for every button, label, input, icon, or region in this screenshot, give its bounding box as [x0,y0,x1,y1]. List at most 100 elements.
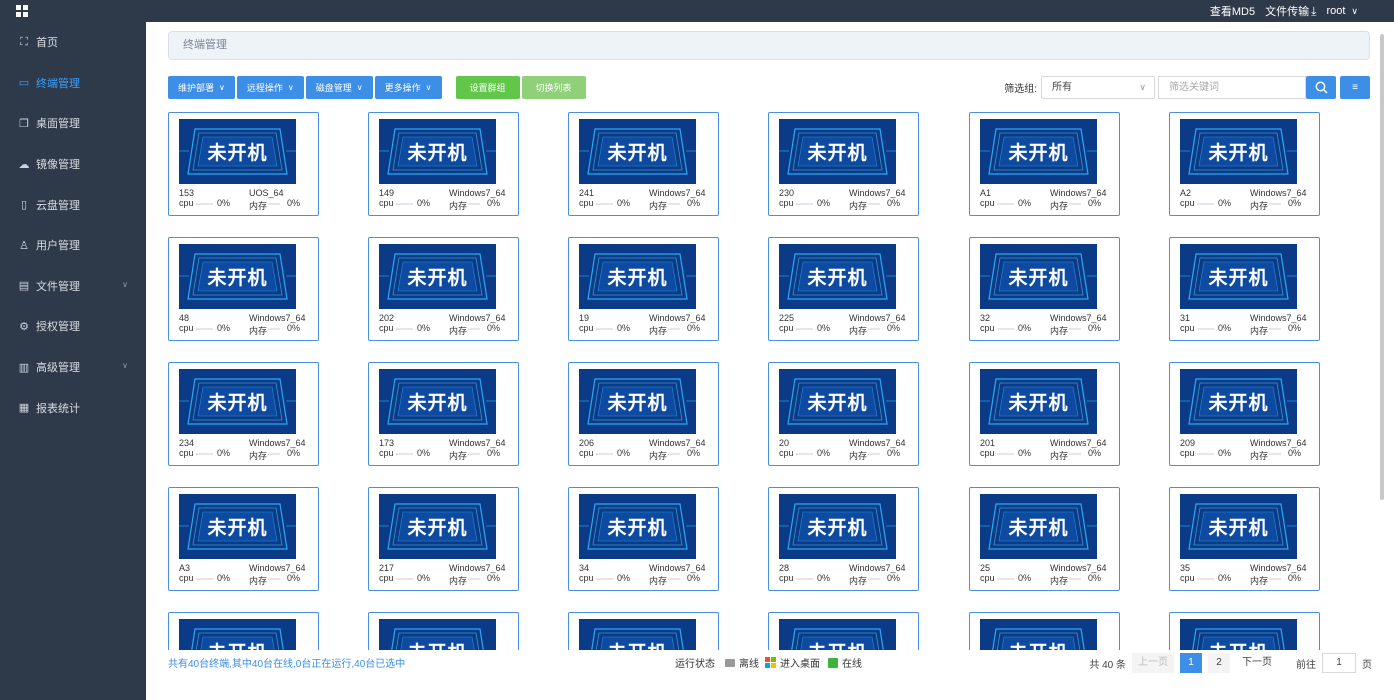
terminal-thumbnail: 未开机 [1180,244,1297,309]
sidebar-item-4[interactable]: ▯ 云盘管理 [0,184,146,225]
terminal-card[interactable]: 未开机 234 Windows7_64 cpu 0% 内存 0% [168,362,319,466]
terminal-thumbnail: 未开机 [1180,369,1297,434]
terminal-card[interactable]: 未开机 48 Windows7_64 cpu 0% 内存 0% [168,237,319,341]
terminal-thumbnail: 未开机 [779,369,896,434]
sidebar-item-3[interactable]: ☁ 镜像管理 [0,144,146,185]
prev-page-button[interactable]: 上一页 [1132,653,1174,673]
chevron-down-icon: ∨ [1351,6,1358,16]
list-options-button[interactable]: ≡ [1340,76,1370,99]
chevron-down-icon: ∨ [287,83,294,92]
terminal-card[interactable]: 未开机 153 UOS_64 cpu 0% 内存 0% [168,112,319,216]
power-status-text: 未开机 [1008,392,1069,414]
goto-page-input[interactable]: 1 [1322,653,1356,673]
keyword-input[interactable]: 筛选关键词 [1158,76,1306,99]
terminal-card[interactable]: 未开机 225 Windows7_64 cpu 0% 内存 0% [768,237,919,341]
app-grid-icon[interactable] [16,5,28,17]
view-md5-link[interactable]: 查看MD5 [1210,3,1255,19]
cpu-bar [997,453,1014,455]
terminal-card[interactable]: 未开机 A2 Windows7_64 cpu 0% 内存 0% [1169,112,1320,216]
terminal-card[interactable]: 未开机 217 Windows7_64 cpu 0% 内存 0% [368,487,519,591]
sidebar-item-2[interactable]: ❐ 桌面管理 [0,103,146,144]
user-menu[interactable]: root ∨ [1326,5,1358,17]
set-group-button[interactable]: 设置群组 [455,76,520,99]
more-ops-dropdown[interactable]: 更多操作 ∨ [374,76,442,99]
terminal-card[interactable]: 未开机 149 Windows7_64 cpu 0% 内存 0% [368,112,519,216]
chevron-down-icon: ∨ [1139,82,1146,92]
terminal-card[interactable]: 未开机 241 Windows7_64 cpu 0% 内存 0% [568,112,719,216]
terminal-os: Windows7_64 [1050,438,1107,448]
terminal-card[interactable]: 未开机 201 Windows7_64 cpu 0% 内存 0% [969,362,1120,466]
mem-value: 0% [487,323,501,333]
remote-ops-dropdown[interactable]: 远程操作 ∨ [236,76,304,99]
sidebar-item-5[interactable]: ♙ 用户管理 [0,225,146,266]
terminal-name: 173 [379,438,395,448]
cpu-value: 0% [617,448,631,458]
terminal-card[interactable]: 未开机 A3 Windows7_64 cpu 0% 内存 0% [168,487,319,591]
terminal-card[interactable]: 未开机 202 Windows7_64 cpu 0% 内存 0% [368,237,519,341]
terminal-card[interactable]: 未开机cpu内存 [368,612,519,650]
search-button[interactable] [1306,76,1336,99]
power-status-text: 未开机 [1008,267,1069,289]
status-legend: 运行状态 离线 进入桌面 在线 [675,655,862,670]
mem-value: 0% [1288,573,1302,583]
power-status-text: 未开机 [1208,142,1269,164]
sidebar-item-1[interactable]: ▭ 终端管理 [0,63,146,104]
sidebar-item-0[interactable]: ⛶ 首页 [0,22,146,63]
sidebar-item-7[interactable]: ⚙ 授权管理 [0,306,146,347]
cpu-value: 0% [417,448,431,458]
terminal-card[interactable]: 未开机cpu内存 [768,612,919,650]
terminal-card[interactable]: 未开机 230 Windows7_64 cpu 0% 内存 0% [768,112,919,216]
terminal-thumbnail: 未开机 [179,119,296,184]
switch-list-button[interactable]: 切换列表 [521,76,586,99]
terminal-card[interactable]: 未开机 31 Windows7_64 cpu 0% 内存 0% [1169,237,1320,341]
terminal-os: Windows7_64 [249,313,306,323]
terminal-card[interactable]: 未开机cpu内存 [168,612,319,650]
dropdown-label: 远程操作 [246,83,283,93]
cpu-value: 0% [217,323,231,333]
page-suffix: 页 [1362,659,1372,671]
power-status-text: 未开机 [779,619,896,650]
terminal-card[interactable]: 未开机cpu内存 [1169,612,1320,650]
next-page-button[interactable]: 下一页 [1236,653,1278,673]
mem-value: 0% [687,323,701,333]
sidebar-item-label: 首页 [36,37,58,50]
sidebar-item-8[interactable]: ▥ 高级管理 ∨ [0,347,146,388]
group-select[interactable]: 所有 ∨ [1041,76,1155,99]
cpu-label: cpu [980,573,995,583]
sidebar-item-6[interactable]: ▤ 文件管理 ∨ [0,266,146,307]
page-1-button[interactable]: 1 [1180,653,1202,673]
terminal-card[interactable]: 未开机 173 Windows7_64 cpu 0% 内存 0% [368,362,519,466]
mem-label: 内存 [649,576,668,586]
scrollbar[interactable] [1380,34,1384,500]
terminal-card[interactable]: 未开机cpu内存 [568,612,719,650]
power-status-text: 未开机 [807,267,868,289]
terminal-card[interactable]: 未开机 34 Windows7_64 cpu 0% 内存 0% [568,487,719,591]
mem-value: 0% [687,198,701,208]
terminal-card[interactable]: 未开机 32 Windows7_64 cpu 0% 内存 0% [969,237,1120,341]
terminal-card[interactable]: 未开机 25 Windows7_64 cpu 0% 内存 0% [969,487,1120,591]
terminal-card[interactable]: 未开机 209 Windows7_64 cpu 0% 内存 0% [1169,362,1320,466]
online-icon [828,657,838,668]
breadcrumb: 终端管理 [168,31,1370,60]
terminal-card[interactable]: 未开机 19 Windows7_64 cpu 0% 内存 0% [568,237,719,341]
mem-label: 内存 [649,326,668,336]
power-status-text: 未开机 [807,517,868,539]
terminal-card[interactable]: 未开机 206 Windows7_64 cpu 0% 内存 0% [568,362,719,466]
terminal-card[interactable]: 未开机 A1 Windows7_64 cpu 0% 内存 0% [969,112,1120,216]
terminal-card[interactable]: 未开机 35 Windows7_64 cpu 0% 内存 0% [1169,487,1320,591]
power-status-text: 未开机 [1208,267,1269,289]
terminal-card[interactable]: 未开机 28 Windows7_64 cpu 0% 内存 0% [768,487,919,591]
disk-manage-dropdown[interactable]: 磁盘管理 ∨ [305,76,373,99]
terminal-thumbnail: 未开机 [980,244,1097,309]
sidebar-item-9[interactable]: ▦ 报表统计 [0,387,146,428]
mem-label: 内存 [1250,576,1269,586]
cpu-label: cpu [579,448,594,458]
power-status-text: 未开机 [579,619,696,650]
terminal-card[interactable]: 未开机 20 Windows7_64 cpu 0% 内存 0% [768,362,919,466]
cloud-icon: ☁ [18,158,30,171]
terminal-card[interactable]: 未开机cpu内存 [969,612,1120,650]
file-transfer-link[interactable]: 文件传输 ⤓ [1265,3,1316,19]
page-2-button[interactable]: 2 [1208,653,1230,673]
power-status-text: 未开机 [1208,392,1269,414]
maintain-deploy-dropdown[interactable]: 维护部署 ∨ [168,76,235,99]
